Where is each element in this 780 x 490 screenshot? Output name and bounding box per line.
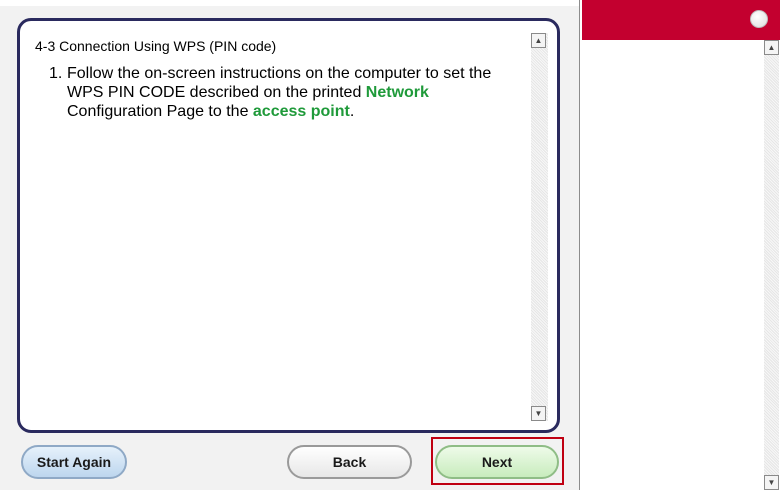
- step-text-part-3: .: [349, 103, 355, 120]
- step-text: Follow the on-screen instructions on the…: [67, 64, 519, 121]
- back-button[interactable]: Back: [287, 445, 412, 479]
- top-strip: [0, 0, 579, 6]
- access-point-highlight: access point: [252, 103, 350, 120]
- panel-scrollbar[interactable]: ▲ ▼: [531, 33, 548, 421]
- circle-icon: [750, 10, 768, 28]
- side-scroll-up-arrow-icon[interactable]: ▲: [764, 40, 779, 55]
- step-number: 1.: [49, 65, 63, 82]
- next-button[interactable]: Next: [435, 445, 559, 479]
- network-highlight: Network: [365, 84, 429, 101]
- scroll-down-arrow-icon[interactable]: ▼: [531, 406, 546, 421]
- start-again-button[interactable]: Start Again: [21, 445, 127, 479]
- instruction-panel: 4-3 Connection Using WPS (PIN code) 1. F…: [17, 18, 560, 433]
- side-scroll-down-arrow-icon[interactable]: ▼: [764, 475, 779, 490]
- setup-wizard-pane: 4-3 Connection Using WPS (PIN code) 1. F…: [0, 0, 580, 490]
- section-title: 4-3 Connection Using WPS (PIN code): [35, 38, 277, 54]
- brand-banner: [582, 0, 780, 40]
- step-text-part-2: Configuration Page to the: [67, 103, 253, 120]
- instruction-step-1: 1. Follow the on-screen instructions on …: [49, 64, 519, 121]
- side-pane: ▲ ▼: [582, 0, 780, 490]
- scroll-up-arrow-icon[interactable]: ▲: [531, 33, 546, 48]
- side-scrollbar[interactable]: ▲ ▼: [764, 40, 779, 490]
